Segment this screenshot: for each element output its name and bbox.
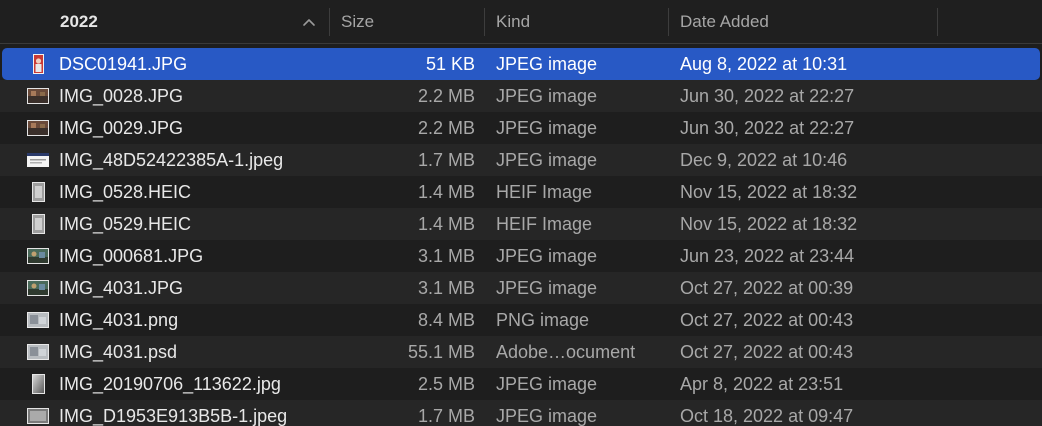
file-name: IMG_0029.JPG: [59, 118, 184, 138]
file-date-added: Oct 27, 2022 at 00:43: [680, 342, 854, 362]
file-thumbnail-icon: [27, 408, 49, 424]
file-thumbnail-icon: [27, 88, 49, 104]
file-row[interactable]: DSC01941.JPG 51 KB JPEG image Aug 8, 2022 a…: [2, 48, 1040, 80]
finder-window: 2022 Size Kind Date Added DSC01941.JPG 51…: [0, 0, 1042, 426]
file-row[interactable]: IMG_0028.JPG 2.2 MB JPEG image Jun 30, 2022…: [0, 80, 1042, 112]
file-size: 8.4 MB: [417, 310, 475, 330]
file-size: 2.2 MB: [417, 118, 475, 138]
file-row[interactable]: IMG_000681.JPG 3.1 MB JPEG image Jun 23, 20…: [0, 240, 1042, 272]
file-row[interactable]: IMG_0528.HEIC 1.4 MB HEIF Image Nov 15, 202…: [0, 176, 1042, 208]
file-row[interactable]: IMG_20190706_113622.jpg 2.5 MB JPEG image A…: [0, 368, 1042, 400]
chevron-up-icon[interactable]: [301, 14, 317, 30]
file-row[interactable]: IMG_48D52422385A-1.jpeg 1.7 MB JPEG image D…: [0, 144, 1042, 176]
file-kind: JPEG image: [496, 406, 598, 426]
file-name: IMG_4031.JPG: [59, 278, 184, 298]
file-name: IMG_D1953E913B5B-1.jpeg: [59, 406, 288, 426]
file-size: 1.7 MB: [417, 406, 475, 426]
file-name: DSC01941.JPG: [59, 54, 188, 74]
file-size: 55.1 MB: [407, 342, 475, 362]
file-row[interactable]: IMG_4031.png 8.4 MB PNG image Oct 27, 2022 …: [0, 304, 1042, 336]
file-name: IMG_0529.HEIC: [59, 214, 192, 234]
file-name: IMG_20190706_113622.jpg: [59, 374, 281, 394]
file-name: IMG_48D52422385A-1.jpeg: [59, 150, 284, 170]
file-name: IMG_4031.png: [59, 310, 179, 330]
file-size: 2.2 MB: [417, 86, 475, 106]
file-thumbnail-icon: [27, 120, 49, 136]
file-kind: JPEG image: [496, 54, 598, 74]
column-separator[interactable]: [937, 8, 938, 36]
file-kind: HEIF Image: [496, 182, 593, 202]
file-list: DSC01941.JPG 51 KB JPEG image Aug 8, 2022 a…: [0, 48, 1042, 426]
file-date-added: Apr 8, 2022 at 23:51: [680, 374, 844, 394]
file-date-added: Aug 8, 2022 at 10:31: [680, 54, 848, 74]
file-date-added: Oct 18, 2022 at 09:47: [680, 406, 854, 426]
file-row[interactable]: IMG_4031.JPG 3.1 MB JPEG image Oct 27, 2022…: [0, 272, 1042, 304]
file-thumbnail-icon: [32, 374, 45, 394]
column-header-kind[interactable]: Kind: [484, 0, 668, 44]
list-header: 2022 Size Kind Date Added: [0, 0, 1042, 44]
file-kind: JPEG image: [496, 118, 598, 138]
file-size: 3.1 MB: [417, 278, 475, 298]
file-row[interactable]: IMG_D1953E913B5B-1.jpeg 1.7 MB JPEG image O…: [0, 400, 1042, 426]
file-thumbnail-icon: [32, 214, 45, 234]
file-size: 3.1 MB: [417, 246, 475, 266]
file-date-added: Oct 27, 2022 at 00:43: [680, 310, 854, 330]
file-size: 1.7 MB: [417, 150, 475, 170]
file-name: IMG_4031.psd: [59, 342, 178, 362]
file-kind: HEIF Image: [496, 214, 593, 234]
file-size: 1.4 MB: [417, 182, 475, 202]
file-kind: JPEG image: [496, 150, 598, 170]
file-thumbnail-icon: [27, 312, 49, 328]
file-name: IMG_0028.JPG: [59, 86, 184, 106]
file-kind: PNG image: [496, 310, 590, 330]
file-thumbnail-icon: [32, 182, 45, 202]
file-name: IMG_0528.HEIC: [59, 182, 192, 202]
file-kind: JPEG image: [496, 86, 598, 106]
file-date-added: Jun 30, 2022 at 22:27: [680, 86, 855, 106]
file-kind: Adobe…ocument: [496, 342, 636, 362]
file-kind: JPEG image: [496, 278, 598, 298]
file-thumbnail-icon: [27, 280, 49, 296]
file-date-added: Dec 9, 2022 at 10:46: [680, 150, 848, 170]
file-date-added: Nov 15, 2022 at 18:32: [680, 182, 858, 202]
file-row[interactable]: IMG_0529.HEIC 1.4 MB HEIF Image Nov 15, 202…: [0, 208, 1042, 240]
column-header-size[interactable]: Size: [329, 0, 484, 44]
file-thumbnail-icon: [27, 153, 49, 167]
column-header-name[interactable]: 2022: [0, 0, 329, 44]
file-size: 1.4 MB: [417, 214, 475, 234]
file-size: 51 KB: [425, 54, 475, 74]
file-row[interactable]: IMG_0029.JPG 2.2 MB JPEG image Jun 30, 2022…: [0, 112, 1042, 144]
file-thumbnail-icon: [33, 54, 44, 74]
file-date-added: Nov 15, 2022 at 18:32: [680, 214, 858, 234]
file-size: 2.5 MB: [417, 374, 475, 394]
file-date-added: Oct 27, 2022 at 00:39: [680, 278, 854, 298]
file-kind: JPEG image: [496, 246, 598, 266]
file-date-added: Jun 30, 2022 at 22:27: [680, 118, 855, 138]
file-row[interactable]: IMG_4031.psd 55.1 MB Adobe…ocument Oct 27, …: [0, 336, 1042, 368]
file-date-added: Jun 23, 2022 at 23:44: [680, 246, 855, 266]
file-thumbnail-icon: [27, 248, 49, 264]
column-header-date-added[interactable]: Date Added: [668, 0, 937, 44]
file-thumbnail-icon: [27, 344, 49, 360]
file-kind: JPEG image: [496, 374, 598, 394]
file-name: IMG_000681.JPG: [59, 246, 204, 266]
